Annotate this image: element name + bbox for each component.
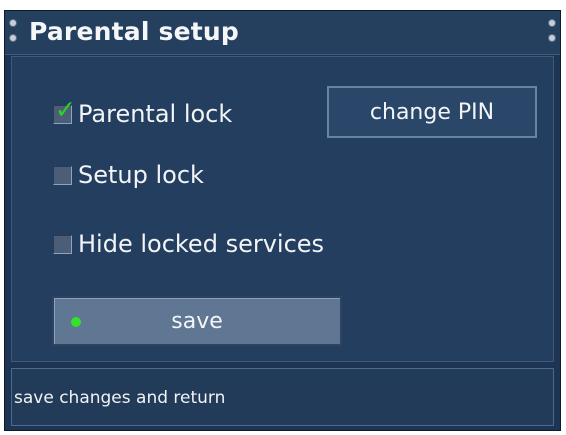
setup-lock-option[interactable]: Setup lock (53, 158, 204, 192)
status-bar: save changes and return (11, 368, 554, 426)
hide-locked-services-label: Hide locked services (78, 230, 325, 258)
save-label: save (171, 308, 223, 334)
title-bar: Parental setup (5, 11, 560, 55)
screw-icon (10, 20, 16, 26)
parental-lock-checkbox[interactable]: ✓ (53, 97, 76, 124)
window-title: Parental setup (29, 17, 239, 46)
save-button[interactable]: save (52, 296, 342, 346)
checkmark-icon: ✓ (55, 94, 76, 124)
change-pin-label: change PIN (369, 99, 495, 125)
change-pin-button[interactable]: change PIN (327, 86, 537, 138)
setup-lock-checkbox[interactable] (53, 165, 72, 185)
screw-icon (10, 35, 16, 41)
setup-lock-label: Setup lock (78, 161, 204, 189)
hide-locked-services-option[interactable]: Hide locked services (53, 227, 324, 261)
parental-lock-label: Parental lock (78, 100, 233, 128)
hide-locked-services-checkbox[interactable] (53, 234, 72, 254)
parental-setup-window: Parental setup ✓ Parental lock Setup loc… (4, 10, 561, 431)
parental-lock-option[interactable]: ✓ Parental lock (53, 97, 232, 131)
status-text: save changes and return (14, 388, 226, 408)
screw-icon (549, 35, 555, 41)
focus-indicator-icon (71, 317, 81, 327)
screw-icon (549, 20, 555, 26)
